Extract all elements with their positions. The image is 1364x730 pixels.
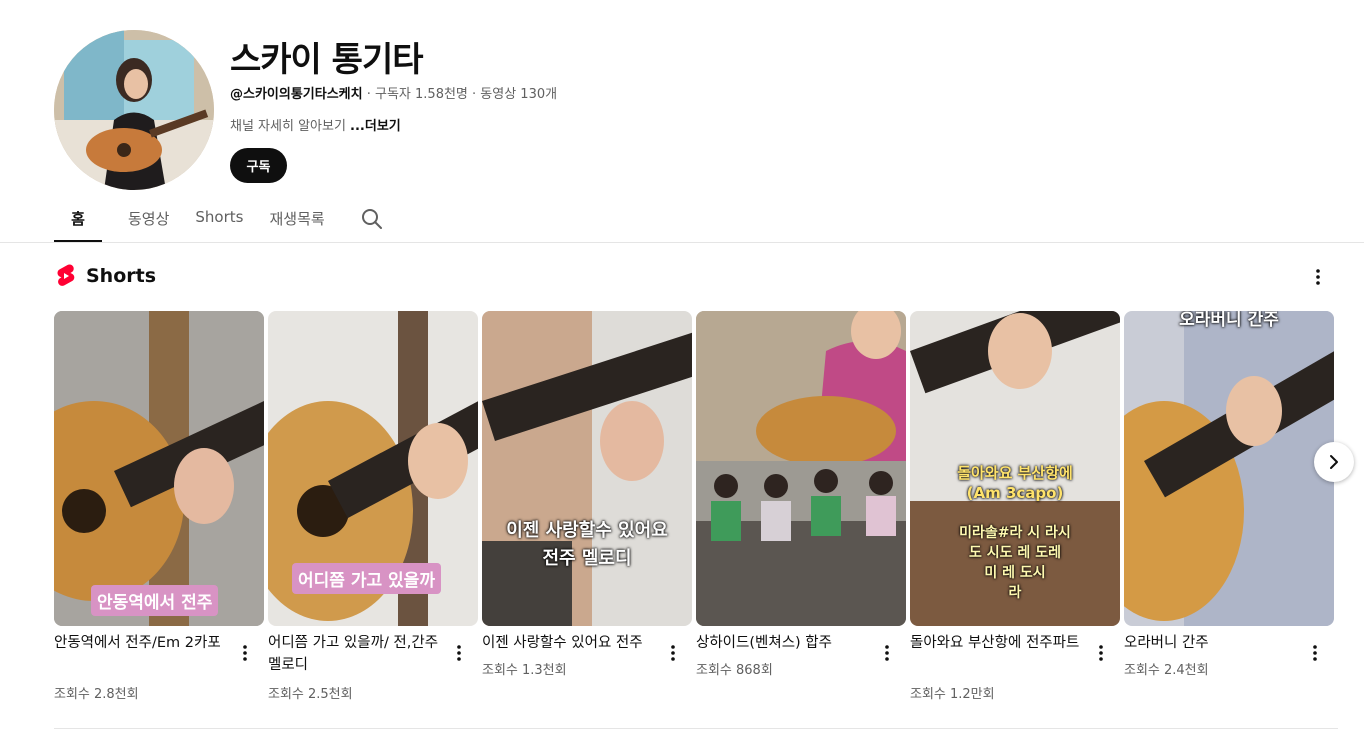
shelf-title: Shorts bbox=[86, 265, 157, 287]
short-views: 조회수 1.3천회 bbox=[482, 663, 567, 678]
short-thumbnail[interactable]: 오라버니 간주 bbox=[1124, 311, 1334, 626]
short-views: 조회수 868회 bbox=[696, 663, 773, 678]
search-icon[interactable] bbox=[360, 207, 384, 231]
short-title[interactable]: 오라버니 간주 bbox=[1124, 632, 1304, 654]
tabs-divider bbox=[0, 242, 1364, 243]
short-thumbnail[interactable]: 어디쯤 가고 있을까 bbox=[268, 311, 478, 626]
short-card[interactable]: 상하이드(벤쳐스) 합주 조회수 868회 bbox=[696, 311, 906, 678]
short-card[interactable]: 이젠 사랑할수 있어요 전주 멜로디 이젠 사랑할수 있어요 전주 조회수 1.… bbox=[482, 311, 692, 678]
thumbnail-caption: 안동역에서 전주 bbox=[91, 585, 219, 616]
short-title[interactable]: 어디쯤 가고 있을까/ 전,간주멜로디 bbox=[268, 632, 448, 676]
more-vert-icon[interactable] bbox=[1306, 265, 1330, 289]
subscribe-button[interactable]: 구독 bbox=[230, 148, 287, 183]
channel-meta: @스카이의통기타스케치 · 구독자 1.58천명 · 동영상 130개 bbox=[230, 83, 557, 102]
short-thumbnail[interactable] bbox=[696, 311, 906, 626]
more-link[interactable]: ...더보기 bbox=[350, 119, 401, 134]
channel-avatar[interactable] bbox=[54, 30, 214, 190]
thumbnail-caption: 돌아와요 부산항에 (Am 3capo) bbox=[957, 464, 1073, 502]
channel-description[interactable]: 채널 자세히 알아보기 ...더보기 bbox=[230, 115, 401, 134]
short-views: 조회수 1.2만회 bbox=[910, 687, 995, 702]
tab-videos[interactable]: 동영상 bbox=[128, 200, 169, 242]
more-vert-icon[interactable] bbox=[1306, 641, 1324, 665]
more-vert-icon[interactable] bbox=[450, 641, 468, 665]
channel-title: 스카이 통기타 bbox=[230, 40, 424, 80]
tab-playlists[interactable]: 재생목록 bbox=[269, 200, 324, 242]
short-card[interactable]: 오라버니 간주 오라버니 간주 조회수 2.4천회 bbox=[1124, 311, 1334, 678]
short-title[interactable]: 돌아와요 부산항에 전주파트 bbox=[910, 632, 1090, 654]
short-thumbnail[interactable]: 안동역에서 전주 bbox=[54, 311, 264, 626]
more-vert-icon[interactable] bbox=[1092, 641, 1110, 665]
thumbnail-caption: 오라버니 간주 bbox=[1179, 311, 1279, 330]
more-vert-icon[interactable] bbox=[878, 641, 896, 665]
thumbnail-notes: 미라솔#라 시 라시 도 시도 레 도레 미 레 도시 라 bbox=[959, 525, 1071, 601]
channel-tabs: 홈 동영상 Shorts 재생목록 bbox=[54, 200, 382, 242]
channel-stats: · 구독자 1.58천명 · 동영상 130개 bbox=[362, 87, 558, 102]
short-views: 조회수 2.8천회 bbox=[54, 687, 139, 702]
thumbnail-caption: 이젠 사랑할수 있어요 전주 멜로디 bbox=[506, 520, 668, 569]
short-title[interactable]: 상하이드(벤쳐스) 합주 bbox=[696, 632, 876, 654]
shorts-shelf-header: Shorts bbox=[54, 264, 156, 288]
more-vert-icon[interactable] bbox=[236, 641, 254, 665]
short-views: 조회수 2.5천회 bbox=[268, 687, 353, 702]
short-thumbnail[interactable]: 돌아와요 부산항에 (Am 3capo) 미라솔#라 시 라시 도 시도 레 도… bbox=[910, 311, 1120, 626]
description-text: 채널 자세히 알아보기 bbox=[230, 119, 351, 134]
channel-handle[interactable]: @스카이의통기타스케치 bbox=[230, 87, 363, 102]
short-thumbnail[interactable]: 이젠 사랑할수 있어요 전주 멜로디 bbox=[482, 311, 692, 626]
thumbnail-caption: 어디쯤 가고 있을까 bbox=[292, 563, 441, 594]
shorts-logo-icon bbox=[54, 264, 78, 288]
more-vert-icon[interactable] bbox=[664, 641, 682, 665]
short-card[interactable]: 어디쯤 가고 있을까 어디쯤 가고 있을까/ 전,간주멜로디 조회수 2.5천회 bbox=[268, 311, 478, 702]
chevron-right-icon[interactable] bbox=[1314, 442, 1354, 482]
tab-shorts[interactable]: Shorts bbox=[195, 200, 243, 242]
short-card[interactable]: 돌아와요 부산항에 (Am 3capo) 미라솔#라 시 라시 도 시도 레 도… bbox=[910, 311, 1120, 702]
short-title[interactable]: 이젠 사랑할수 있어요 전주 bbox=[482, 632, 662, 654]
short-views: 조회수 2.4천회 bbox=[1124, 663, 1209, 678]
short-card[interactable]: 안동역에서 전주 안동역에서 전주/Em 2카포 조회수 2.8천회 bbox=[54, 311, 264, 702]
section-divider bbox=[54, 728, 1338, 729]
short-title[interactable]: 안동역에서 전주/Em 2카포 bbox=[54, 632, 234, 654]
tab-home[interactable]: 홈 bbox=[54, 200, 102, 242]
